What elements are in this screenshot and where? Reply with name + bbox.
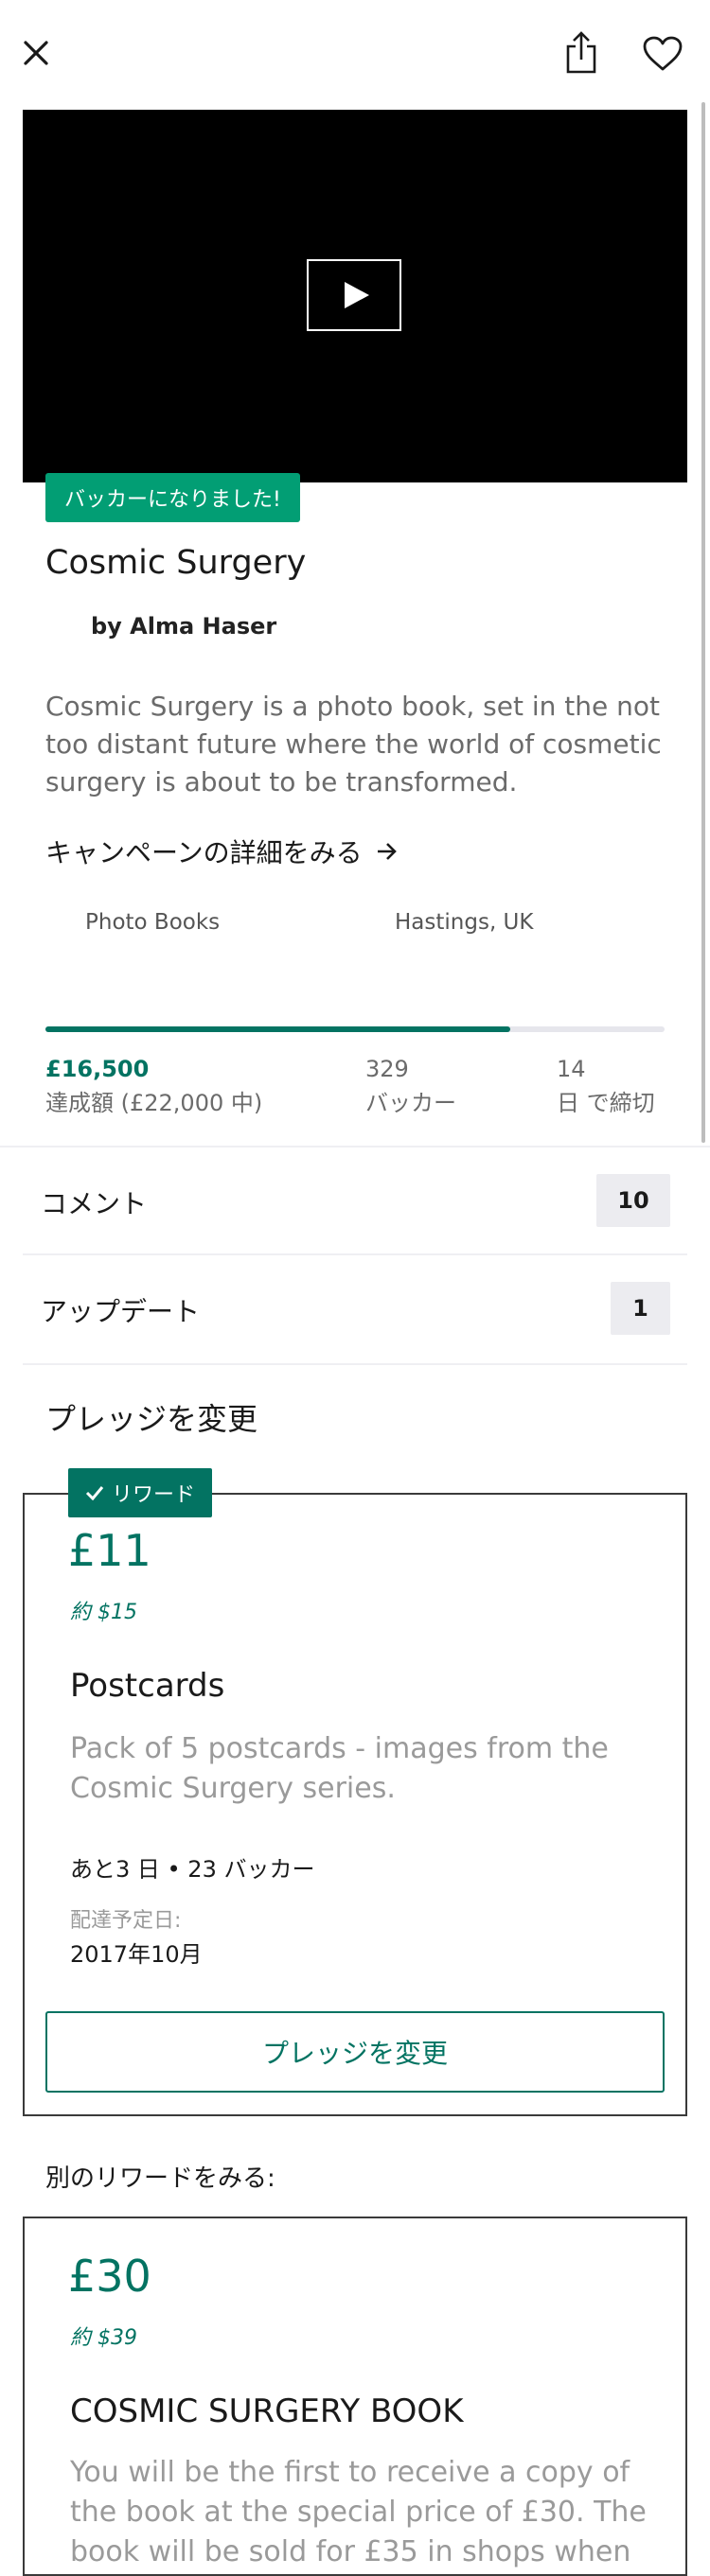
- creator-name[interactable]: by Alma Haser: [91, 613, 276, 640]
- reward-approx-price: 約 $15: [70, 1601, 137, 1624]
- updates-row[interactable]: アップデート 1: [0, 1255, 710, 1363]
- play-icon: [345, 282, 369, 308]
- delivery-date: 2017年10月: [70, 1941, 203, 1968]
- backers-stat: 329 バッカー: [365, 1056, 456, 1117]
- pledged-label: 達成額 (£22,000 中): [45, 1090, 263, 1116]
- delivery-label: 配達予定日:: [70, 1909, 182, 1933]
- days-stat: 14 日 で締切: [557, 1056, 655, 1117]
- project-title: Cosmic Surgery: [45, 544, 307, 582]
- project-blurb: Cosmic Surgery is a photo book, set in t…: [45, 691, 662, 797]
- updates-label: アップデート: [41, 1296, 201, 1327]
- reward-badge-label: リワード: [112, 1483, 196, 1507]
- pledged-amount: £16,500: [45, 1056, 150, 1082]
- pledge-section-title: プレッジを変更: [45, 1401, 258, 1437]
- comments-row[interactable]: コメント 10: [0, 1148, 710, 1253]
- change-pledge-button[interactable]: プレッジを変更: [45, 2011, 665, 2093]
- days-label: 日 で締切: [557, 1090, 655, 1116]
- funding-progress-bar: [45, 1026, 665, 1032]
- close-button[interactable]: [17, 34, 55, 72]
- share-icon: [566, 31, 596, 74]
- divider: [23, 1363, 687, 1365]
- other-reward-title: COSMIC SURGERY BOOK: [70, 2392, 464, 2430]
- backers-count: 329: [365, 1056, 409, 1082]
- updates-count-badge: 1: [611, 1282, 670, 1335]
- other-reward-card[interactable]: £30 約 $39 COSMIC SURGERY BOOK You will b…: [23, 2217, 687, 2576]
- reward-title: Postcards: [70, 1667, 225, 1705]
- share-button[interactable]: [560, 28, 602, 78]
- backer-badge: バッカーになりました!: [45, 473, 300, 522]
- pledged-stat: £16,500 達成額 (£22,000 中): [45, 1056, 262, 1117]
- backers-label: バッカー: [365, 1090, 456, 1116]
- other-reward-price: £30: [68, 2251, 151, 2302]
- other-rewards-title: 別のリワードをみる:: [45, 2164, 275, 2193]
- comments-label: コメント: [41, 1188, 148, 1219]
- other-reward-approx-price: 約 $39: [70, 2326, 137, 2350]
- funding-progress-fill: [45, 1026, 510, 1032]
- days-count: 14: [557, 1056, 586, 1082]
- campaign-details-link[interactable]: キャンペーンの詳細をみる: [45, 832, 399, 870]
- checkmark-icon: [85, 1486, 104, 1500]
- reward-price: £11: [68, 1525, 151, 1576]
- play-button[interactable]: [307, 259, 401, 331]
- location-tag[interactable]: Hastings, UK: [395, 910, 533, 935]
- other-reward-description: You will be the first to receive a copy …: [70, 2456, 647, 2568]
- scrollbar[interactable]: [701, 102, 705, 1143]
- category-tag[interactable]: Photo Books: [85, 910, 220, 935]
- reward-badge: リワード: [68, 1468, 213, 1517]
- reward-remaining: あと3 日 • 23 バッカー: [70, 1856, 315, 1883]
- close-icon: [24, 41, 48, 65]
- arrow-right-icon: [377, 843, 397, 860]
- reward-description: Pack of 5 postcards - images from the Co…: [70, 1732, 609, 1805]
- favorite-button[interactable]: [640, 32, 685, 76]
- campaign-details-label: キャンペーンの詳細をみる: [45, 837, 363, 868]
- video-player[interactable]: [23, 110, 687, 482]
- heart-icon: [643, 36, 683, 71]
- comments-count-badge: 10: [596, 1174, 670, 1227]
